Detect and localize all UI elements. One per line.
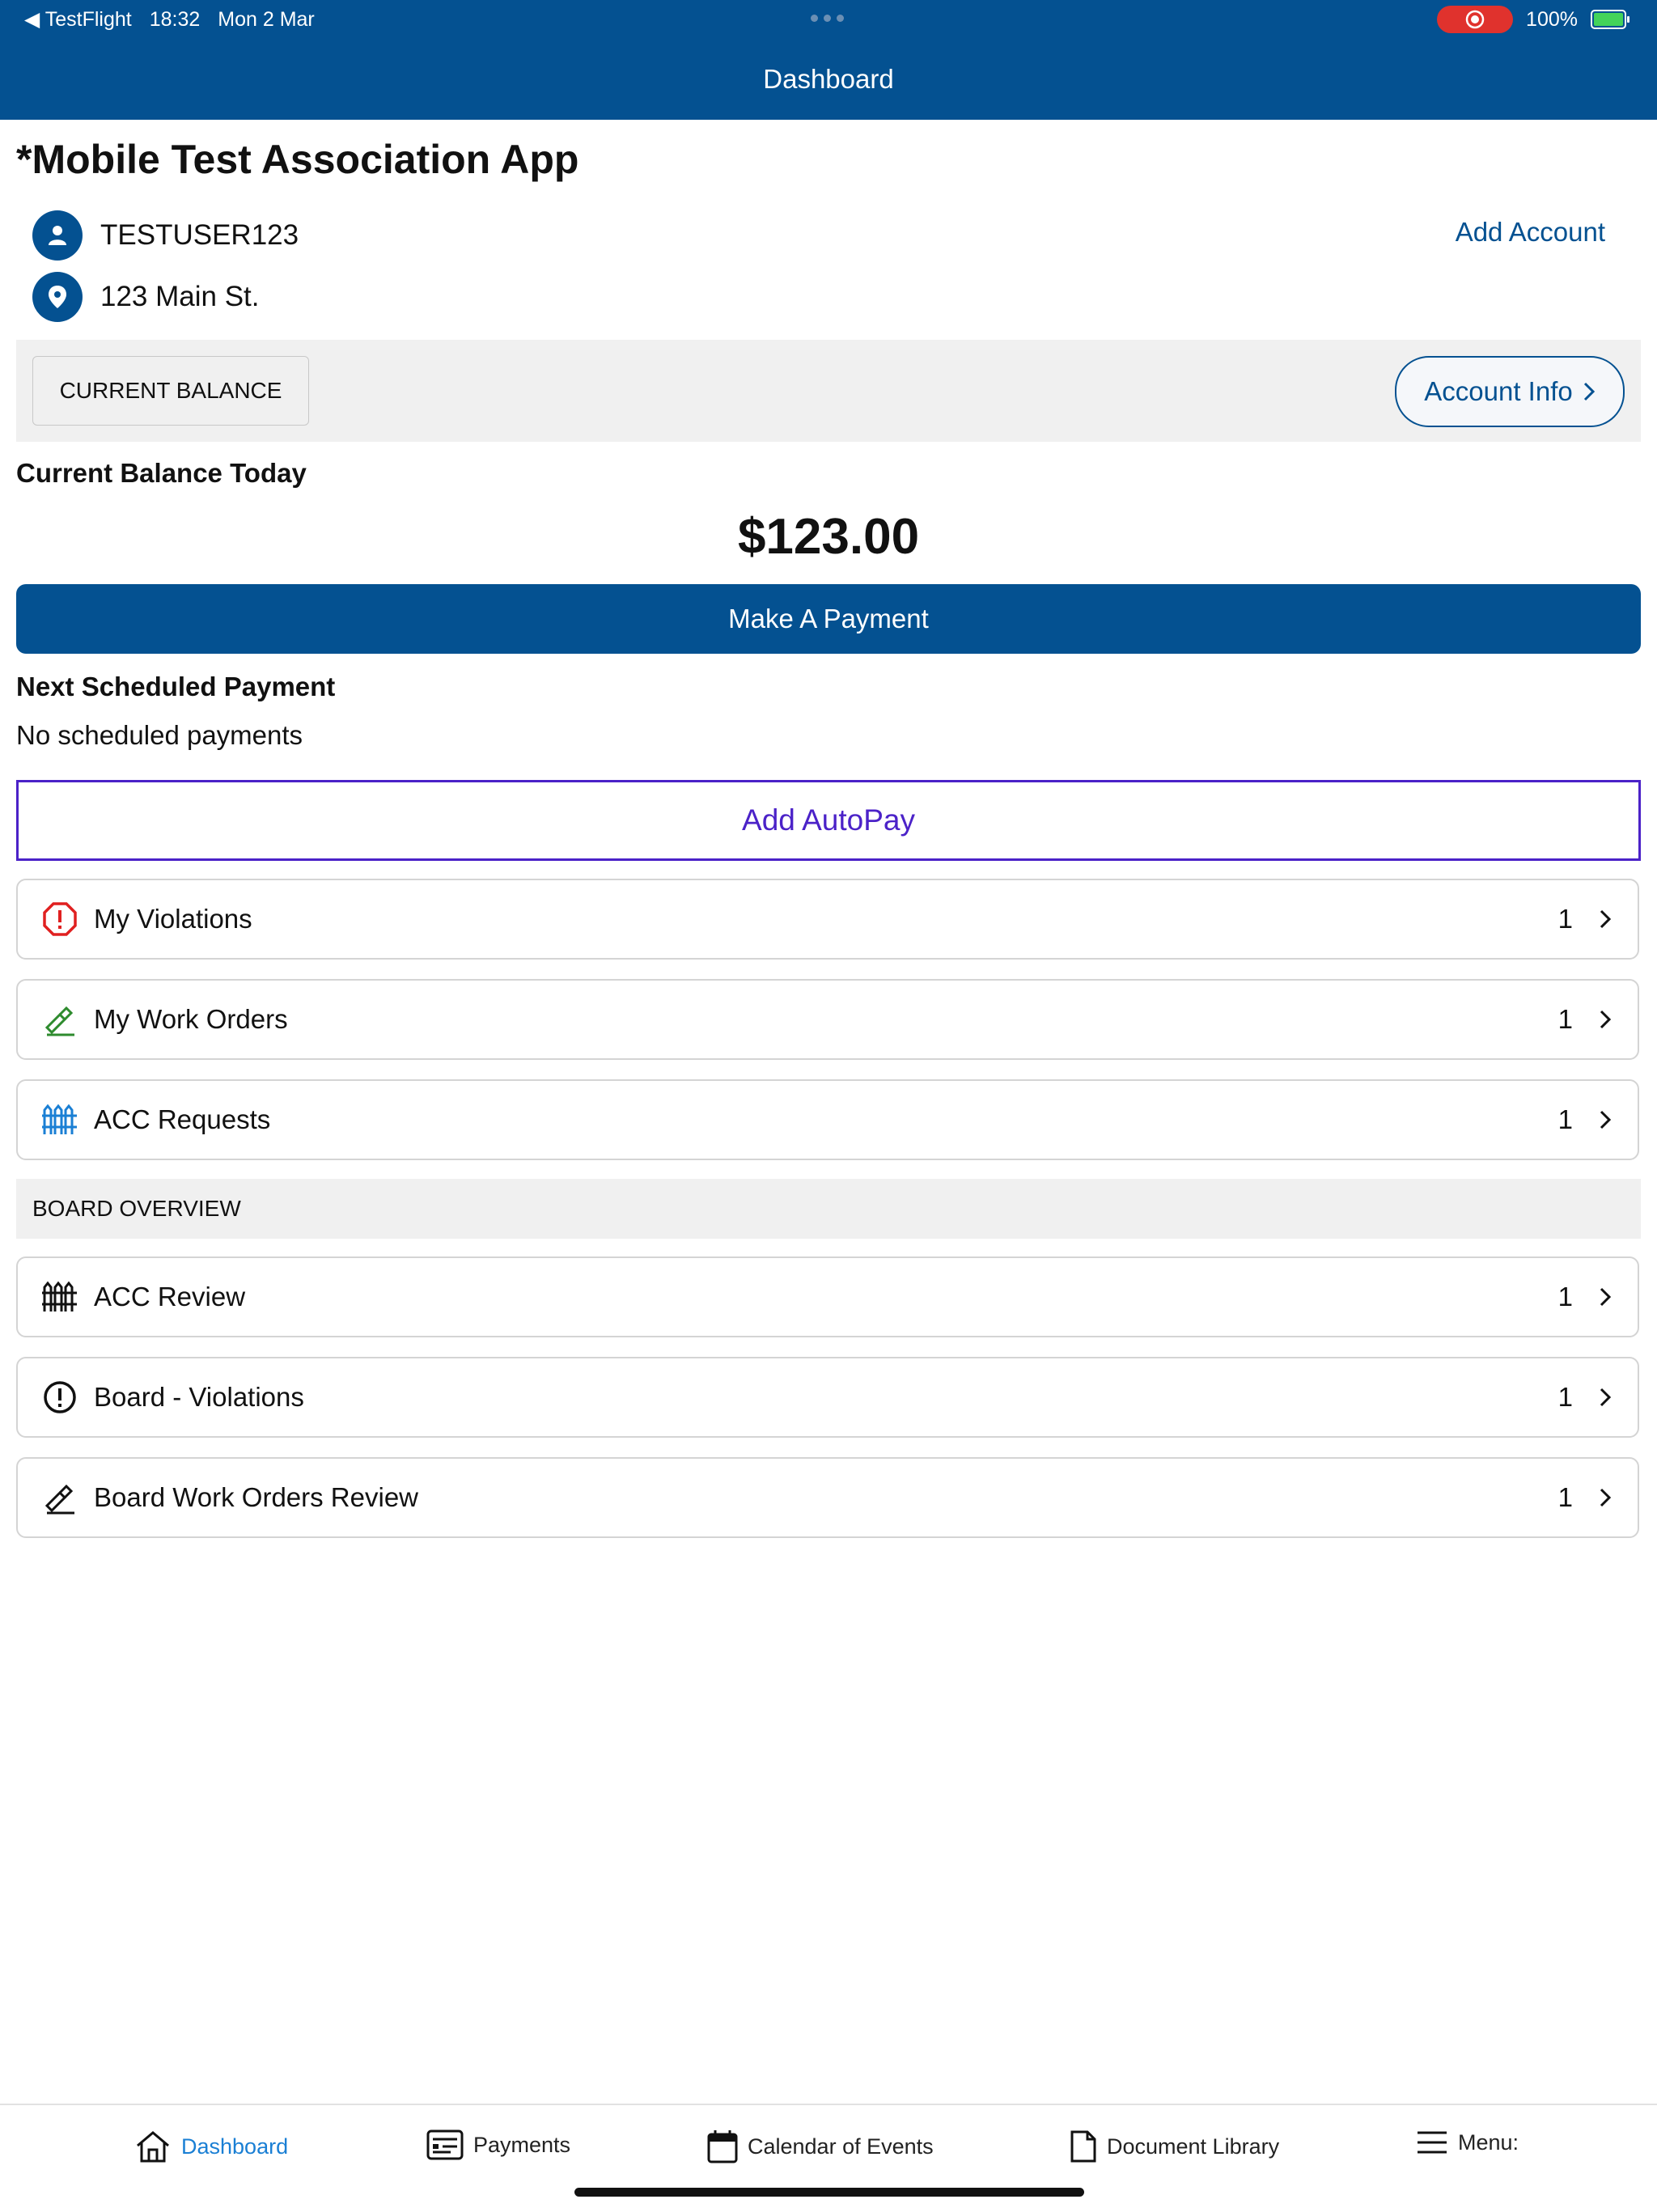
tab-label: Menu:	[1458, 2129, 1519, 2155]
make-payment-button[interactable]: Make A Payment	[16, 584, 1641, 654]
list-item-board-work-orders[interactable]: Board Work Orders Review 1	[16, 1457, 1639, 1538]
page-title: Dashboard	[763, 64, 894, 94]
payments-icon	[426, 2129, 464, 2160]
list-item-label: ACC Review	[94, 1282, 246, 1312]
nav-bar: Dashboard	[0, 39, 1657, 120]
balance-today-label: Current Balance Today	[16, 458, 307, 488]
list-item-label: My Work Orders	[94, 1004, 288, 1034]
status-right: 100%	[1437, 6, 1629, 33]
multitasking-dots-icon[interactable]	[811, 15, 844, 22]
list-item-count: 1	[1557, 1382, 1573, 1412]
add-account-link[interactable]: Add Account	[1456, 217, 1605, 248]
list-item-count: 1	[1557, 1104, 1573, 1134]
chevron-right-icon	[1589, 1009, 1621, 1030]
next-payment-label: Next Scheduled Payment	[16, 672, 336, 701]
tab-label: Document Library	[1107, 2134, 1280, 2159]
address-row: 123 Main St.	[32, 272, 260, 322]
tab-label: Calendar of Events	[748, 2134, 934, 2159]
screen-recording-icon[interactable]	[1437, 6, 1514, 33]
chevron-right-icon	[1589, 1487, 1621, 1508]
list-item-label: ACC Requests	[94, 1104, 271, 1134]
list-item-acc-review[interactable]: ACC Review 1	[16, 1256, 1639, 1337]
battery-icon	[1591, 10, 1629, 29]
list-item-count: 1	[1557, 1004, 1573, 1034]
user-row: TESTUSER123	[32, 210, 299, 261]
tab-calendar[interactable]: Calendar of Events	[707, 2129, 934, 2163]
chevron-right-icon	[1583, 382, 1595, 401]
list-item-board-violations[interactable]: Board - Violations 1	[16, 1357, 1639, 1438]
no-scheduled-payments: No scheduled payments	[16, 720, 303, 750]
location-pin-icon	[32, 272, 83, 322]
list-item-count: 1	[1557, 904, 1573, 934]
account-info-label: Account Info	[1424, 376, 1573, 406]
chevron-right-icon	[1589, 1109, 1621, 1130]
board-overview-header: BOARD OVERVIEW	[16, 1179, 1641, 1239]
status-bar: ◀ TestFlight 18:32 Mon 2 Mar 100%	[0, 0, 1657, 39]
chevron-right-icon	[1589, 1286, 1621, 1307]
back-to-testflight[interactable]: ◀ TestFlight	[24, 7, 132, 32]
address: 123 Main St.	[100, 281, 260, 312]
list-item-my-violations[interactable]: My Violations 1	[16, 879, 1639, 960]
username: TESTUSER123	[100, 219, 299, 251]
status-left: ◀ TestFlight 18:32 Mon 2 Mar	[24, 7, 315, 32]
add-autopay-button[interactable]: Add AutoPay	[16, 780, 1641, 861]
tab-dashboard[interactable]: Dashboard	[134, 2129, 288, 2163]
current-balance-tag: CURRENT BALANCE	[32, 356, 309, 426]
work-order-icon	[39, 998, 81, 1040]
chevron-right-icon	[1589, 1387, 1621, 1408]
tab-document-library[interactable]: Document Library	[1070, 2129, 1279, 2163]
tab-label: Dashboard	[181, 2134, 289, 2159]
list-item-acc-requests[interactable]: ACC Requests 1	[16, 1079, 1639, 1160]
fence-icon	[39, 1099, 81, 1141]
association-title: *Mobile Test Association App	[16, 137, 579, 182]
battery-percent: 100%	[1526, 7, 1578, 31]
status-date: Mon 2 Mar	[218, 7, 315, 31]
violation-icon	[39, 898, 81, 940]
status-time: 18:32	[149, 7, 201, 31]
balance-amount: $123.00	[737, 509, 920, 565]
list-item-count: 1	[1557, 1482, 1573, 1512]
user-icon	[32, 210, 83, 261]
chevron-right-icon	[1589, 909, 1621, 930]
home-icon	[137, 2131, 169, 2163]
document-icon	[1070, 2130, 1096, 2163]
work-order-icon	[39, 1477, 81, 1519]
account-info-button[interactable]: Account Info	[1395, 356, 1625, 427]
tab-menu[interactable]: Menu:	[1416, 2129, 1519, 2155]
list-item-label: Board - Violations	[94, 1382, 304, 1412]
violation-icon	[39, 1376, 81, 1418]
home-indicator[interactable]	[574, 2188, 1084, 2197]
balance-band: CURRENT BALANCE Account Info	[16, 340, 1641, 442]
tab-payments[interactable]: Payments	[426, 2129, 570, 2160]
list-item-label: My Violations	[94, 904, 252, 934]
fence-icon	[39, 1276, 81, 1318]
menu-icon	[1418, 2131, 1447, 2154]
list-item-count: 1	[1557, 1282, 1573, 1312]
tab-label: Payments	[473, 2132, 571, 2157]
list-item-my-work-orders[interactable]: My Work Orders 1	[16, 979, 1639, 1060]
list-item-label: Board Work Orders Review	[94, 1482, 419, 1512]
calendar-icon	[707, 2130, 738, 2163]
